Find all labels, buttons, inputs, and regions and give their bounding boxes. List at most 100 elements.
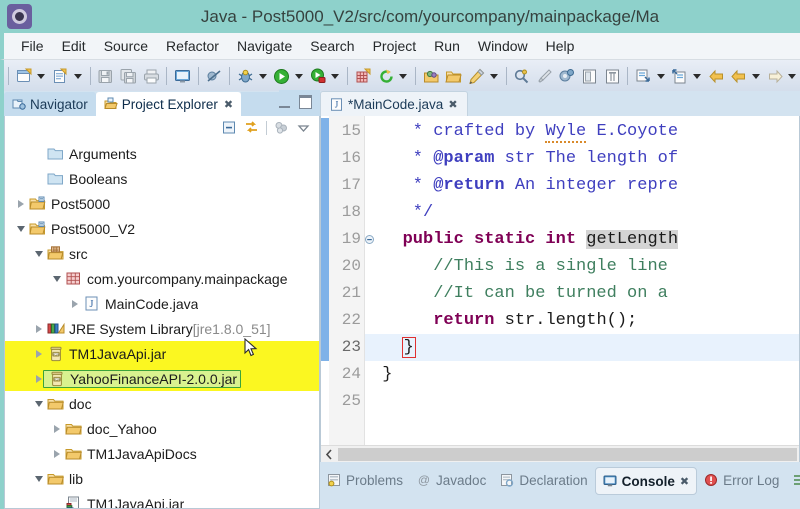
collapse-arrow-icon[interactable] xyxy=(32,241,46,266)
tree-item[interactable]: src xyxy=(5,241,319,266)
quick-fix-dropdown[interactable] xyxy=(488,65,500,87)
tree-item[interactable]: TM1JavaApiDocs xyxy=(5,441,319,466)
tab-navigator[interactable]: Navigator xyxy=(4,92,96,116)
tab-declaration[interactable]: Declaration xyxy=(493,467,594,493)
maximize-icon[interactable] xyxy=(299,95,312,109)
prev-annotation-icon[interactable] xyxy=(670,65,691,87)
tree-item[interactable]: TM1JavaApi.jar xyxy=(5,491,319,508)
close-icon[interactable]: ✖ xyxy=(224,98,233,111)
tree-item[interactable]: 010 YahooFinanceAPI-2.0.0.jar xyxy=(5,366,319,391)
menu-file[interactable]: File xyxy=(12,35,53,57)
editor-horizontal-scrollbar[interactable] xyxy=(321,445,799,462)
menu-run[interactable]: Run xyxy=(425,35,469,57)
run-play-icon[interactable] xyxy=(272,65,293,87)
back-dropdown[interactable] xyxy=(750,65,762,87)
code-line[interactable]: //It can be turned on a xyxy=(365,280,799,307)
menu-edit[interactable]: Edit xyxy=(53,35,95,57)
run-external-icon[interactable] xyxy=(308,65,329,87)
collapse-all-icon[interactable] xyxy=(222,120,237,135)
close-icon[interactable]: ✖ xyxy=(680,475,689,488)
debug-bug-icon[interactable] xyxy=(235,65,256,87)
menu-project[interactable]: Project xyxy=(364,35,426,57)
tab-maincode-java[interactable]: J *MainCode.java ✖ xyxy=(320,91,468,116)
save-all-icon[interactable] xyxy=(118,65,139,87)
code-line[interactable]: public static int getLength xyxy=(365,226,799,253)
new-file-dropdown[interactable] xyxy=(36,65,48,87)
link-editor-icon[interactable] xyxy=(244,120,259,135)
menu-navigate[interactable]: Navigate xyxy=(228,35,301,57)
code-line[interactable]: } xyxy=(365,334,799,361)
close-icon[interactable]: ✖ xyxy=(448,98,457,111)
tree-item[interactable]: Post5000 xyxy=(5,191,319,216)
chevron-down-icon[interactable] xyxy=(296,120,311,135)
source-text[interactable]: * crafted by Wyle E.Coyote * @param str … xyxy=(365,116,799,445)
code-area[interactable]: 15 16 17 18 19 20 21 22 23 24 25 * crafted by Wyle… xyxy=(321,116,799,445)
tree-item[interactable]: Arguments xyxy=(5,141,319,166)
tab-javadoc[interactable]: @ Javadoc xyxy=(410,467,493,493)
scrollbar-thumb[interactable] xyxy=(338,447,797,461)
open-type-icon[interactable] xyxy=(421,65,442,87)
new-file-icon[interactable] xyxy=(14,65,35,87)
new-java-dropdown[interactable] xyxy=(72,65,84,87)
expand-arrow-icon[interactable] xyxy=(14,191,28,216)
expand-arrow-icon[interactable] xyxy=(32,341,46,366)
code-line[interactable]: return str.length(); xyxy=(365,307,799,334)
code-line[interactable]: } xyxy=(365,361,799,388)
chevron-left-icon[interactable] xyxy=(321,446,338,462)
search-icon[interactable] xyxy=(512,65,533,87)
code-line[interactable]: * @param str The length of xyxy=(365,145,799,172)
expand-arrow-icon[interactable] xyxy=(50,416,64,441)
package-icon[interactable] xyxy=(353,65,374,87)
refresh-dropdown[interactable] xyxy=(397,65,409,87)
run-external-dropdown[interactable] xyxy=(330,65,342,87)
save-icon[interactable] xyxy=(96,65,117,87)
print-icon[interactable] xyxy=(141,65,162,87)
collapse-arrow-icon[interactable] xyxy=(14,216,28,241)
tree-item[interactable]: doc_Yahoo xyxy=(5,416,319,441)
run-dropdown[interactable] xyxy=(293,65,305,87)
next-annotation-dropdown[interactable] xyxy=(655,65,667,87)
line-number-gutter[interactable]: 15 16 17 18 19 20 21 22 23 24 25 xyxy=(329,116,374,445)
code-editor[interactable]: 15 16 17 18 19 20 21 22 23 24 25 * crafted by Wyle… xyxy=(320,116,800,462)
console-icon[interactable] xyxy=(172,65,193,87)
whitespace-icon[interactable] xyxy=(602,65,623,87)
refresh-icon[interactable] xyxy=(376,65,397,87)
menu-refactor[interactable]: Refactor xyxy=(157,35,228,57)
code-line[interactable]: */ xyxy=(365,199,799,226)
new-java-icon[interactable] xyxy=(50,65,71,87)
build-icon[interactable] xyxy=(557,65,578,87)
pencil-icon[interactable] xyxy=(466,65,487,87)
arrow-left-icon[interactable] xyxy=(706,65,727,87)
tree-item[interactable]: J MainCode.java xyxy=(5,291,319,316)
project-tree[interactable]: Arguments Booleans Post5000 Post5000_V2 src c… xyxy=(4,139,320,509)
collapse-arrow-icon[interactable] xyxy=(32,391,46,416)
broom-icon[interactable] xyxy=(534,65,555,87)
tree-item[interactable]: JRE System Library [jre1.8.0_51] xyxy=(5,316,319,341)
skip-breakpoints-icon[interactable] xyxy=(204,65,225,87)
forward-dropdown[interactable] xyxy=(786,65,798,87)
expand-arrow-icon[interactable] xyxy=(50,441,64,466)
bottom-view-menu[interactable] xyxy=(786,467,800,493)
debug-dropdown[interactable] xyxy=(257,65,269,87)
block-select-icon[interactable] xyxy=(579,65,600,87)
collapse-arrow-icon[interactable] xyxy=(32,466,46,491)
tree-item[interactable]: com.yourcompany.mainpackage xyxy=(5,266,319,291)
menu-search[interactable]: Search xyxy=(301,35,363,57)
code-line[interactable] xyxy=(365,388,799,415)
arrow-left-icon[interactable] xyxy=(729,65,750,87)
code-line[interactable]: //This is a single line xyxy=(365,253,799,280)
expand-arrow-icon[interactable] xyxy=(68,291,82,316)
expand-arrow-icon[interactable] xyxy=(32,316,46,341)
focus-task-icon[interactable] xyxy=(274,120,289,135)
code-line[interactable]: * crafted by Wyle E.Coyote xyxy=(365,118,799,145)
tree-item[interactable]: lib xyxy=(5,466,319,491)
tab-project-explorer[interactable]: Project Explorer ✖ xyxy=(95,92,242,116)
tab-error-log[interactable]: Error Log xyxy=(697,467,786,493)
menu-window[interactable]: Window xyxy=(469,35,537,57)
prev-annotation-dropdown[interactable] xyxy=(691,65,703,87)
open-folder-icon[interactable] xyxy=(444,65,465,87)
code-line[interactable]: * @return An integer repre xyxy=(365,172,799,199)
tree-item[interactable]: Post5000_V2 xyxy=(5,216,319,241)
tree-item[interactable]: 010 TM1JavaApi.jar xyxy=(5,341,319,366)
arrow-right-icon[interactable] xyxy=(765,65,786,87)
